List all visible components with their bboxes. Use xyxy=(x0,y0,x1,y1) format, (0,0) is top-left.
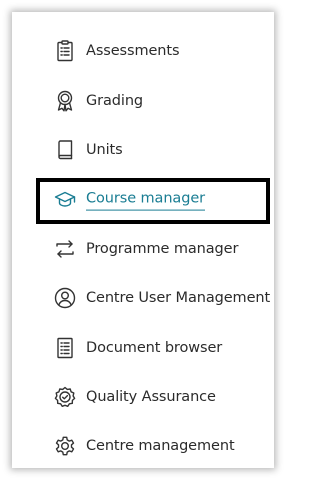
clipboard-list-icon xyxy=(53,39,77,63)
menu-item-label: Document browser xyxy=(86,340,223,356)
menu-item-label: Grading xyxy=(86,93,144,109)
menu-item-course-manager[interactable]: Course manager xyxy=(12,177,274,221)
menu-item-label: Units xyxy=(86,142,123,158)
menu-item-document-browser[interactable]: Document browser xyxy=(12,326,274,370)
menu-item-units[interactable]: Units xyxy=(12,128,274,172)
swap-arrows-icon xyxy=(53,237,77,261)
menu-item-label: Centre User Management xyxy=(86,290,271,306)
book-icon xyxy=(53,138,77,162)
award-ribbon-icon xyxy=(53,89,77,113)
gear-icon xyxy=(53,434,77,458)
menu-item-centre-user-management[interactable]: Centre User Management xyxy=(12,276,274,320)
menu-item-label: Course manager xyxy=(86,191,205,211)
navigation-menu: Assessments Grading Units Course manager… xyxy=(12,12,274,468)
menu-item-label: Quality Assurance xyxy=(86,389,216,405)
menu-item-quality-assurance[interactable]: Quality Assurance xyxy=(12,375,274,419)
user-circle-icon xyxy=(53,286,77,310)
menu-item-label: Assessments xyxy=(86,43,180,59)
menu-item-grading[interactable]: Grading xyxy=(12,79,274,123)
menu-item-label: Programme manager xyxy=(86,241,239,257)
menu-item-label: Centre management xyxy=(86,438,235,454)
badge-check-icon xyxy=(53,385,77,409)
menu-item-programme-manager[interactable]: Programme manager xyxy=(12,227,274,271)
menu-item-assessments[interactable]: Assessments xyxy=(12,29,274,73)
graduation-cap-icon xyxy=(53,187,77,211)
menu-item-centre-management[interactable]: Centre management xyxy=(12,424,274,468)
document-list-icon xyxy=(53,336,77,360)
